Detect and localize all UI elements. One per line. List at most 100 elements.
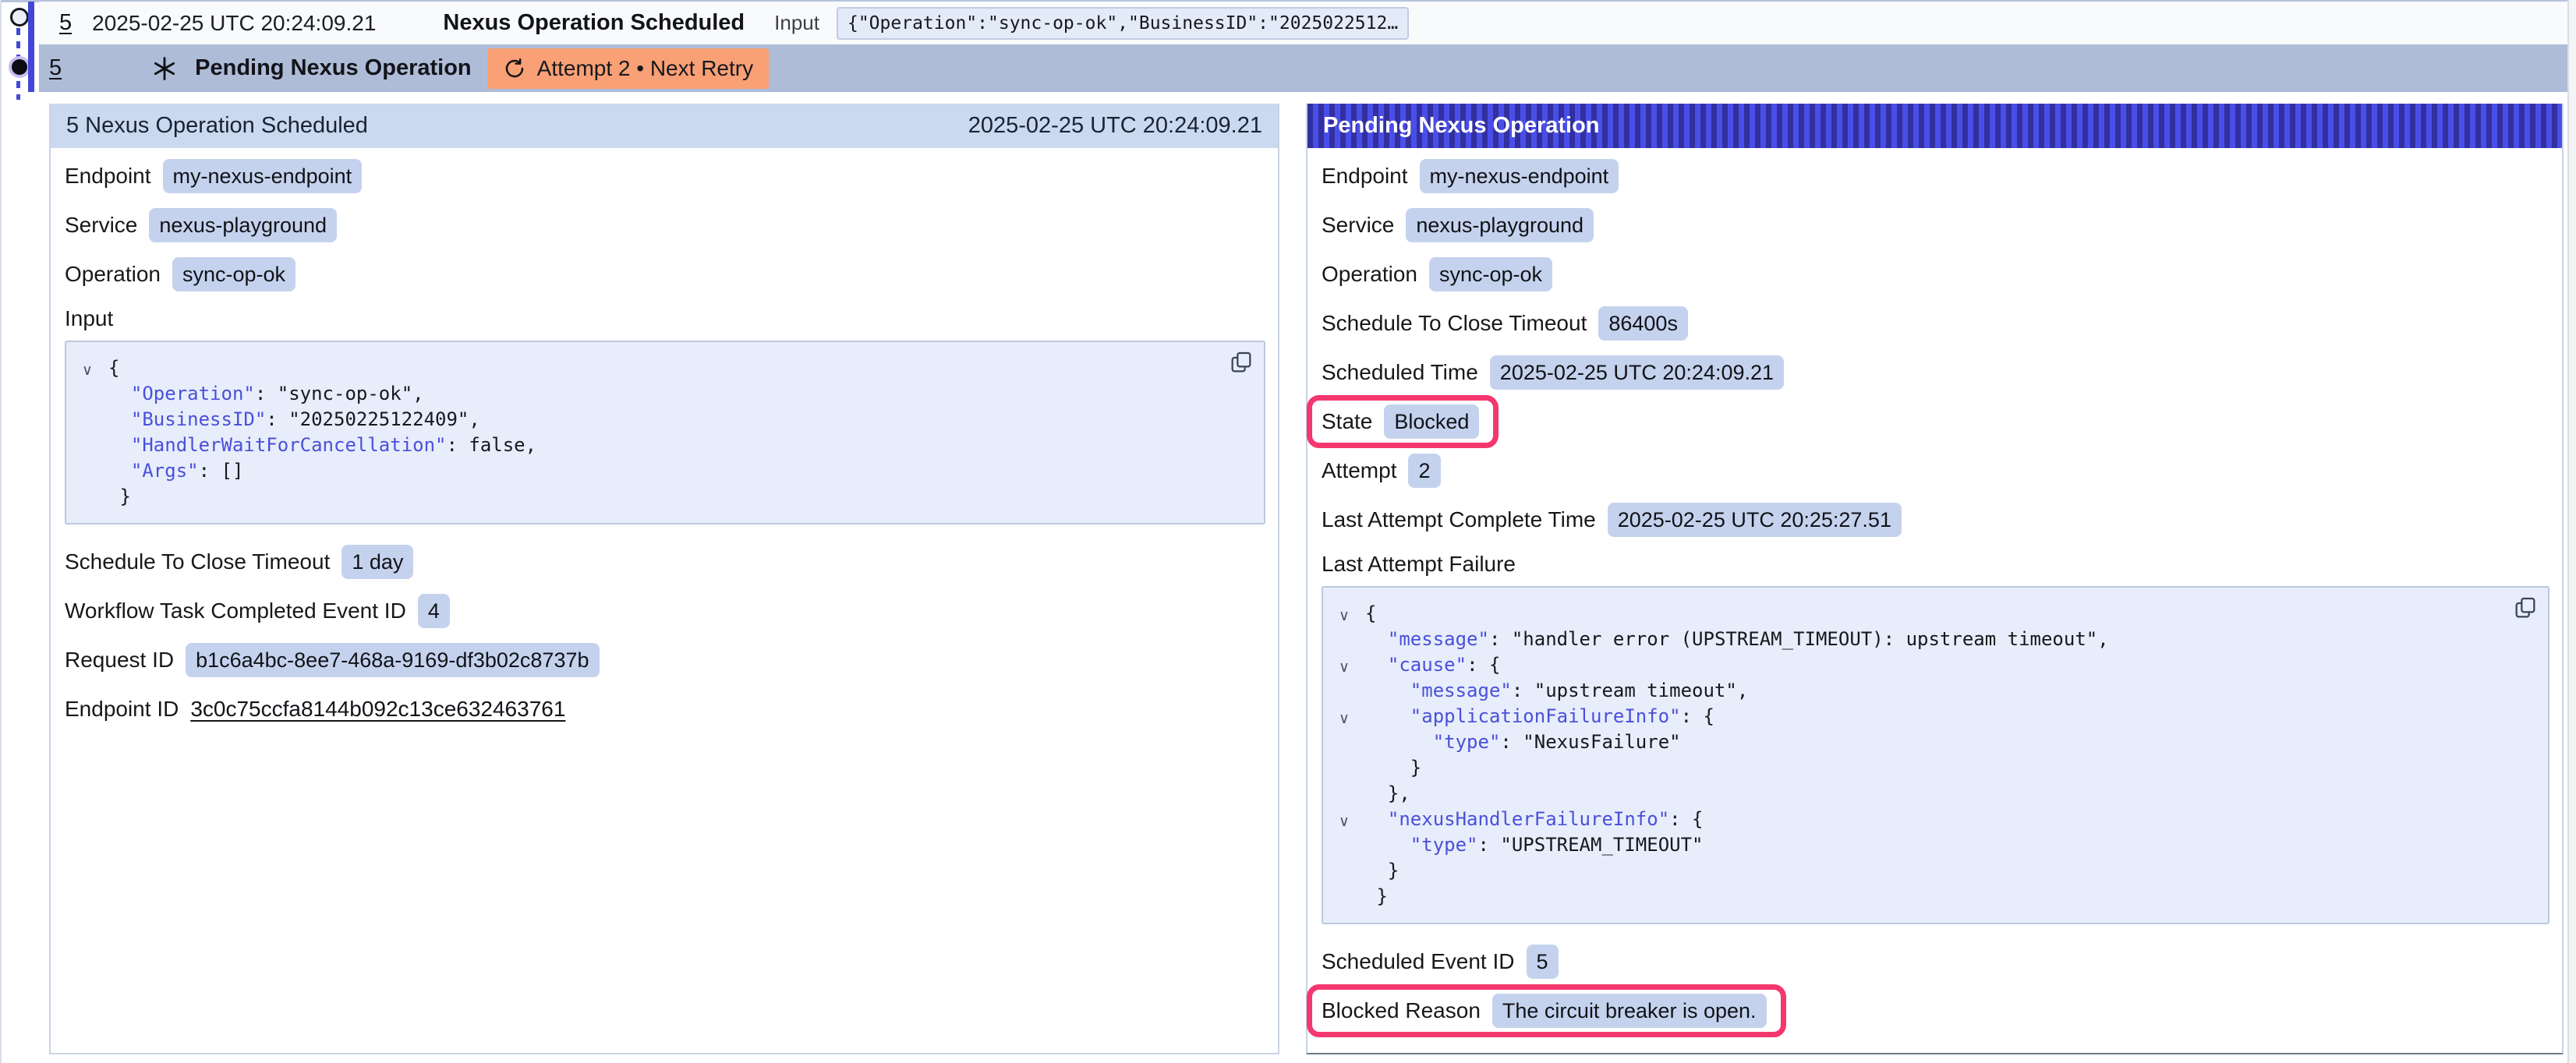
code-line: }: [82, 484, 1248, 510]
field-value: 2025-02-25 UTC 20:24:09.21: [1490, 355, 1784, 390]
code-text: }: [108, 484, 131, 510]
input-json-viewer: ∨{ "Operation": "sync-op-ok", "BusinessI…: [65, 341, 1265, 524]
code-line: }: [1339, 884, 2532, 909]
field-service: Service nexus-playground: [1322, 208, 2549, 242]
field-request-id: Request IDb1c6a4bc-8ee7-468a-9169-df3b02…: [65, 643, 1265, 677]
field-schedule-to-close-timeout: Schedule To Close Timeout1 day: [65, 545, 1265, 579]
event-title: Nexus Operation Scheduled: [443, 10, 745, 36]
code-text: "cause": {: [1365, 652, 1500, 678]
event-input-preview-chip: {"Operation":"sync-op-ok","BusinessID":"…: [837, 7, 1409, 40]
field-value[interactable]: 3c0c75ccfa8144b092c13ce632463761: [190, 697, 565, 722]
blocked-reason-highlight: Blocked ReasonThe circuit breaker is ope…: [1307, 984, 1786, 1037]
field-value: 2025-02-25 UTC 20:25:27.51: [1608, 503, 1902, 537]
field-value: 2: [1408, 454, 1440, 488]
code-text: "nexusHandlerFailureInfo": {: [1365, 807, 1704, 832]
field-value: nexus-playground: [1406, 208, 1594, 242]
code-line: "message": "upstream timeout",: [1339, 678, 2532, 704]
collapse-chevron-icon[interactable]: ∨: [82, 358, 108, 383]
event-timestamp: 2025-02-25 UTC 20:24:09.21: [92, 11, 376, 36]
collapse-chevron-icon[interactable]: ∨: [1339, 706, 1365, 732]
nexus-operation-asterisk-icon: [151, 55, 178, 82]
field-value: my-nexus-endpoint: [1420, 159, 1619, 193]
left-edge-divider: [0, 0, 2, 1063]
code-text: "type": "NexusFailure": [1365, 729, 1681, 755]
field-value: 86400s: [1598, 306, 1688, 341]
collapse-chevron-icon[interactable]: ∨: [1339, 655, 1365, 680]
scheduled-fields-top: Endpointmy-nexus-endpoint Servicenexus-pl…: [65, 159, 1265, 291]
field-value: 5: [1527, 945, 1559, 979]
field-scheduled-time: Scheduled Time2025-02-25 UTC 20:24:09.21: [1322, 355, 2549, 390]
retry-badge-label: Attempt 2 • Next Retry: [537, 56, 753, 81]
field-label: Operation: [65, 262, 161, 287]
pending-fields-bottom: Scheduled Event ID 5 Blocked ReasonThe cir…: [1322, 945, 2549, 1043]
event-title: Pending Nexus Operation: [195, 55, 472, 81]
input-section-label: Input: [65, 306, 1265, 331]
field-label: Last Attempt Complete Time: [1322, 507, 1596, 532]
state-highlight: State Blocked: [1307, 395, 1499, 448]
event-input-label: Input: [774, 11, 819, 35]
field-label: Scheduled Event ID: [1322, 949, 1515, 974]
code-line: "Args": []: [82, 458, 1248, 484]
panel-title: Pending Nexus Operation: [1323, 113, 1600, 139]
panel-timestamp: 2025-02-25 UTC 20:24:09.21: [968, 113, 1262, 139]
copy-icon[interactable]: [2512, 595, 2539, 622]
code-text: {: [1365, 601, 1376, 627]
code-line: ∨ "applicationFailureInfo": {: [1339, 704, 2532, 729]
event-row-nexus-operation-scheduled[interactable]: 5 2025-02-25 UTC 20:24:09.21 Nexus Opera…: [39, 2, 2567, 44]
field-value: Blocked: [1384, 404, 1479, 439]
code-line: }: [1339, 858, 2532, 884]
copy-icon[interactable]: [1228, 350, 1254, 376]
code-text: "Operation": "sync-op-ok",: [108, 381, 424, 407]
code-line: },: [1339, 781, 2532, 807]
field-value: 1 day: [341, 545, 413, 579]
field-scheduled-event-id: Scheduled Event ID 5: [1322, 945, 2549, 979]
failure-json-viewer: ∨{ "message": "handler error (UPSTREAM_T…: [1322, 586, 2549, 924]
field-endpoint-id: Endpoint ID3c0c75ccfa8144b092c13ce632463…: [65, 692, 1265, 726]
event-row-pending-nexus-operation[interactable]: 5 Pending Nexus Operation Attempt 2 • Ne…: [39, 44, 2567, 92]
code-line: ∨{: [1339, 601, 2532, 627]
timeline-node-current-icon[interactable]: [12, 59, 27, 75]
code-line: "HandlerWaitForCancellation": false,: [82, 433, 1248, 458]
collapse-chevron-icon[interactable]: ∨: [1339, 603, 1365, 629]
code-text: }: [1365, 858, 1399, 884]
field-endpoint: Endpointmy-nexus-endpoint: [65, 159, 1265, 193]
field-label: State: [1322, 409, 1372, 434]
field-value: b1c6a4bc-8ee7-468a-9169-df3b02c8737b: [186, 643, 599, 677]
code-line: "Operation": "sync-op-ok",: [82, 381, 1248, 407]
panel-title: 5 Nexus Operation Scheduled: [66, 113, 368, 139]
pending-fields-top: Endpointmy-nexus-endpoint Service nexus-pl…: [1322, 159, 2549, 537]
code-text: "message": "handler error (UPSTREAM_TIME…: [1365, 627, 2109, 652]
field-value: sync-op-ok: [172, 257, 295, 291]
timeline-node-open-icon[interactable]: [10, 8, 29, 26]
field-last-attempt-complete-time: Last Attempt Complete Time 2025-02-25 UTC…: [1322, 503, 2549, 537]
code-line: "type": "NexusFailure": [1339, 729, 2532, 755]
event-detail-panel-pending: Pending Nexus Operation Endpointmy-nexus…: [1306, 104, 2564, 1054]
field-service: Servicenexus-playground: [65, 208, 1265, 242]
code-line: ∨{: [82, 355, 1248, 381]
code-text: "message": "upstream timeout",: [1365, 678, 1748, 704]
field-workflow-task-completed-event-id: Workflow Task Completed Event ID4: [65, 594, 1265, 628]
field-label: Operation: [1322, 262, 1417, 287]
event-id-link[interactable]: 5: [49, 55, 62, 81]
code-line: ∨ "cause": {: [1339, 652, 2532, 678]
collapse-chevron-icon[interactable]: ∨: [1339, 809, 1365, 835]
code-text: "type": "UPSTREAM_TIMEOUT": [1365, 832, 1703, 858]
field-state: State Blocked: [1322, 404, 1479, 439]
field-endpoint: Endpointmy-nexus-endpoint: [1322, 159, 2549, 193]
code-text: },: [1365, 781, 1410, 807]
field-operation: Operationsync-op-ok: [1322, 257, 2549, 291]
field-label: Schedule To Close Timeout: [1322, 311, 1587, 336]
event-id-link[interactable]: 5: [59, 10, 72, 36]
code-text: "applicationFailureInfo": {: [1365, 704, 1714, 729]
code-line: }: [1339, 755, 2532, 781]
event-detail-panel-scheduled: 5 Nexus Operation Scheduled 2025-02-25 U…: [49, 104, 1279, 1054]
field-label: Workflow Task Completed Event ID: [65, 599, 406, 623]
field-value: nexus-playground: [149, 208, 337, 242]
code-text: "Args": []: [108, 458, 243, 484]
field-blocked-reason: Blocked ReasonThe circuit breaker is ope…: [1322, 994, 1767, 1028]
field-label: Service: [1322, 213, 1394, 238]
code-line: "message": "handler error (UPSTREAM_TIME…: [1339, 627, 2532, 652]
scrollbar-track[interactable]: [2567, 0, 2576, 1063]
code-line: "type": "UPSTREAM_TIMEOUT": [1339, 832, 2532, 858]
scheduled-panel-header: 5 Nexus Operation Scheduled 2025-02-25 U…: [51, 104, 1278, 148]
